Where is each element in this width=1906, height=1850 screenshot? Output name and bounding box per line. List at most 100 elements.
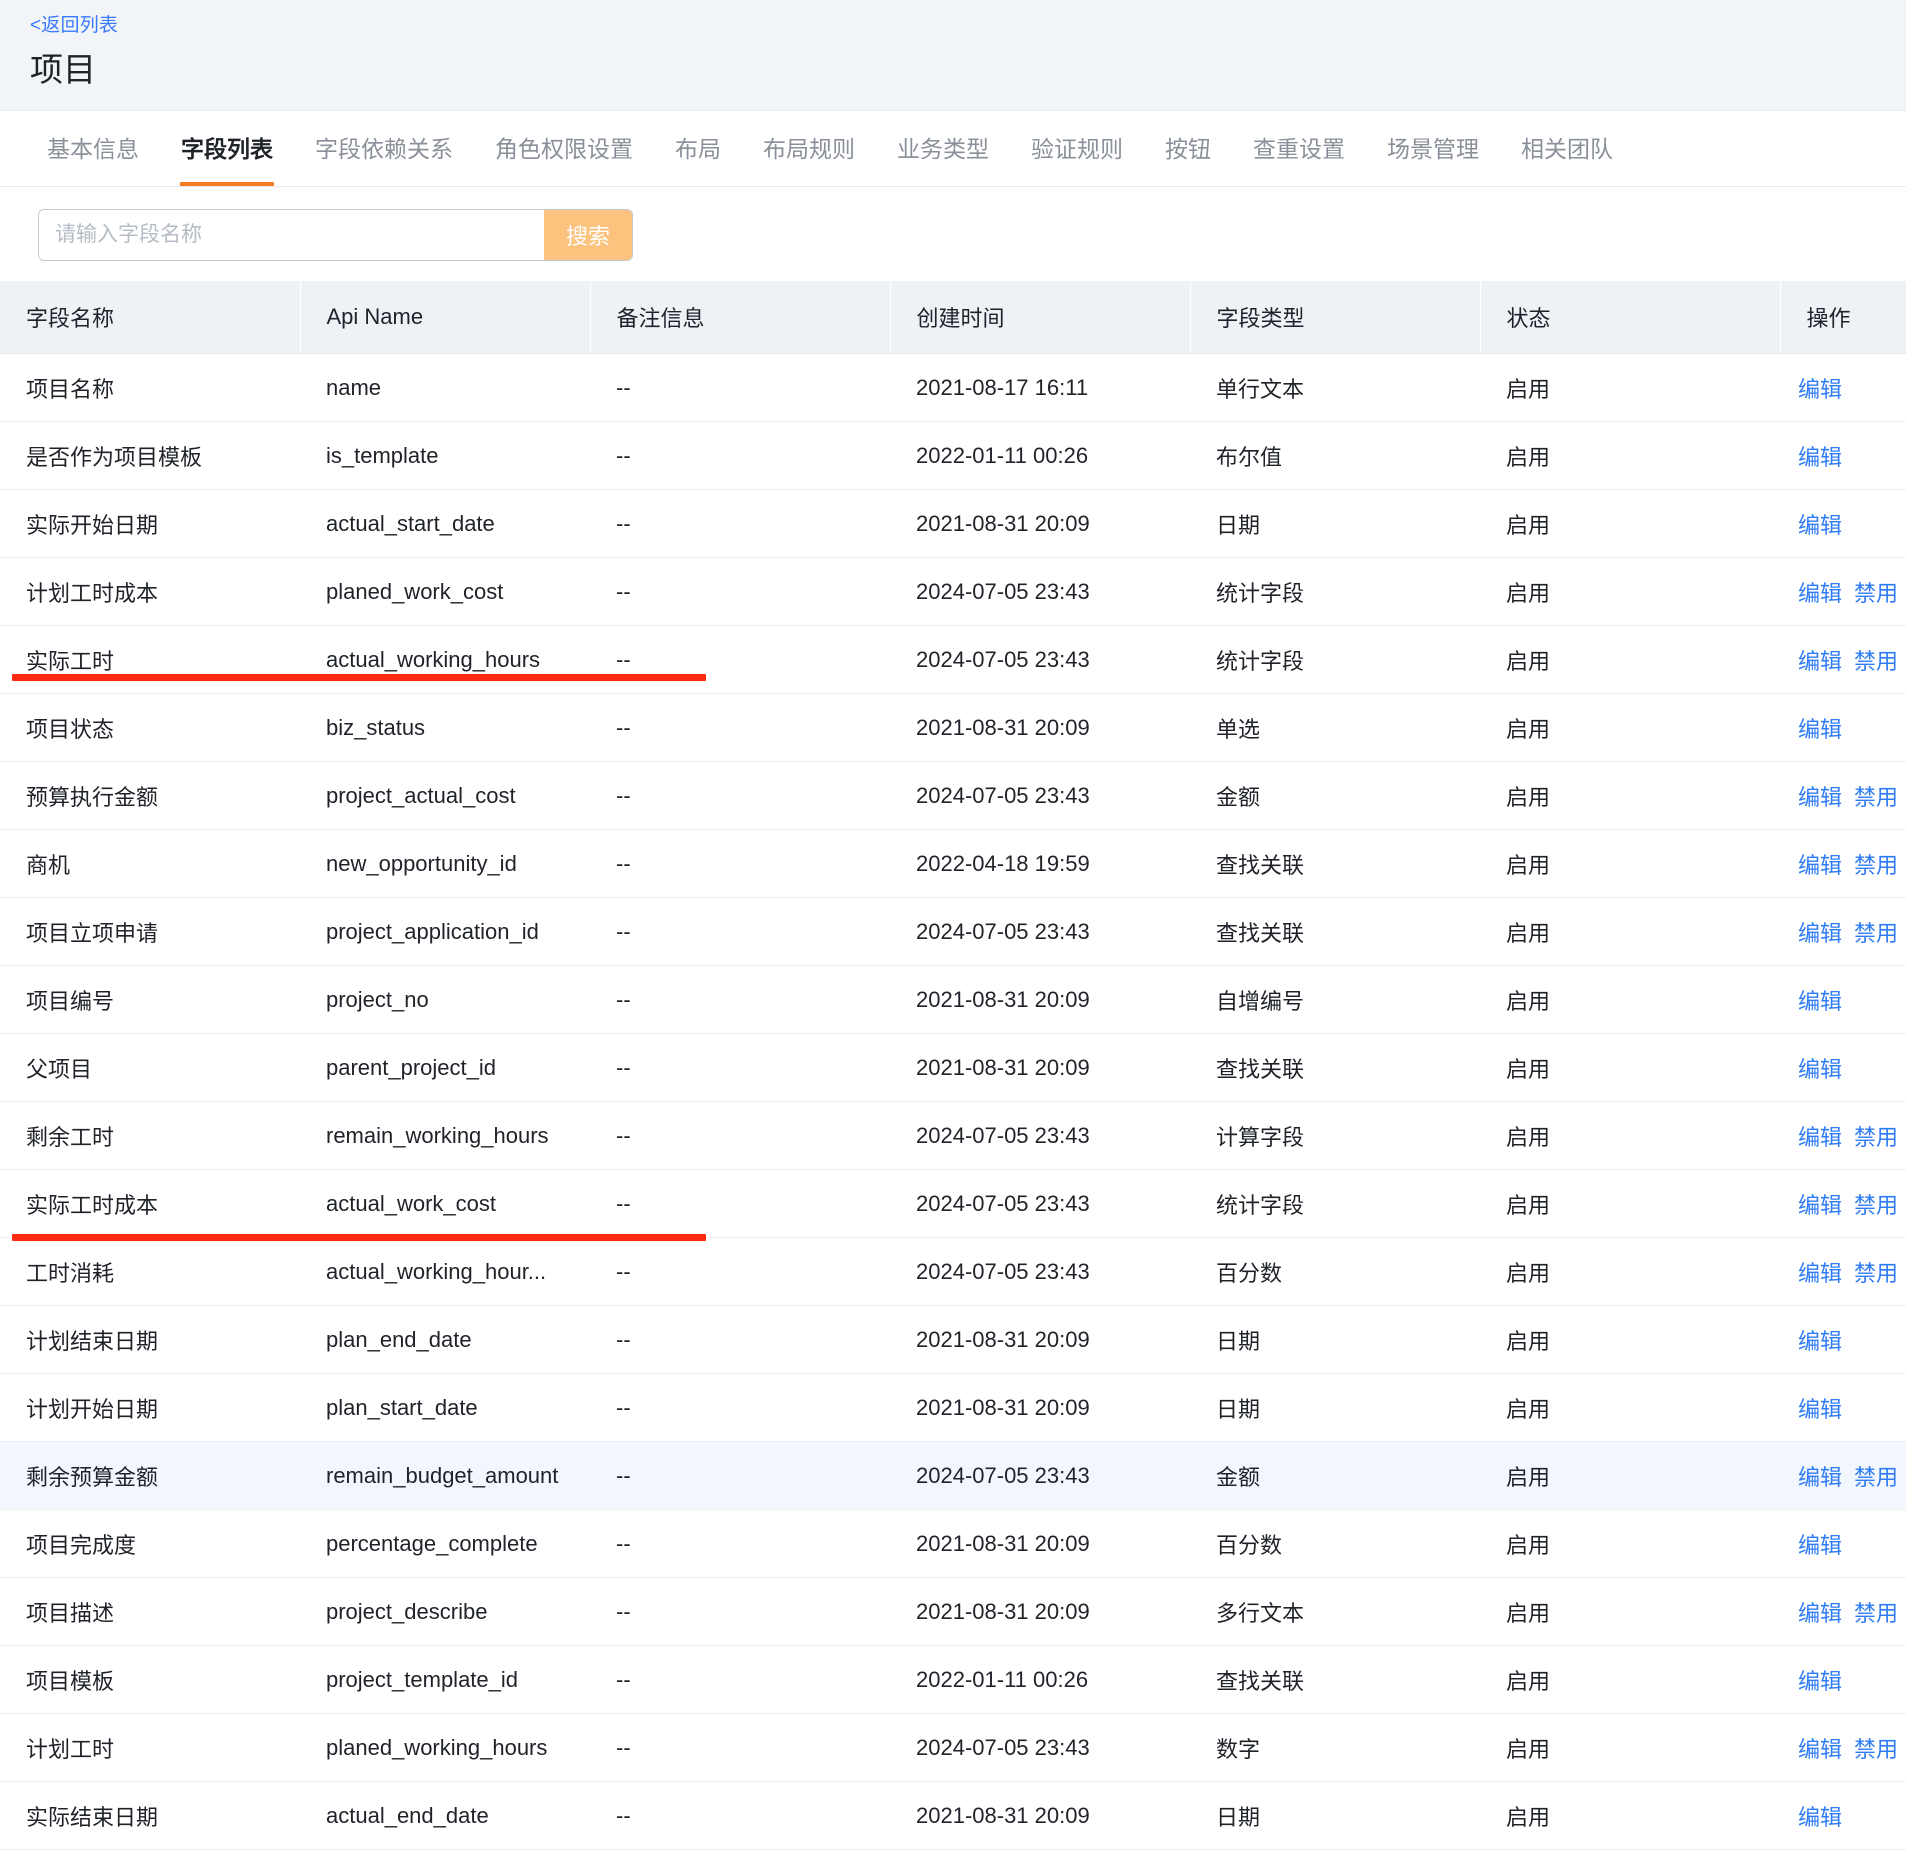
disable-link[interactable]: 禁用 xyxy=(1854,921,1898,946)
edit-link[interactable]: 编辑 xyxy=(1798,1805,1842,1830)
tab-6[interactable]: 业务类型 xyxy=(876,111,1010,186)
disable-link[interactable]: 禁用 xyxy=(1854,1193,1898,1218)
action-cell: 编辑 xyxy=(1780,489,1906,558)
field-type-cell: 日期 xyxy=(1190,1781,1480,1850)
disable-link[interactable]: 禁用 xyxy=(1854,581,1898,606)
created-time-cell: 2024-07-05 23:43 xyxy=(890,625,1190,694)
table-row[interactable]: 计划工时 planed_working_hours -- 2024-07-05 23:… xyxy=(0,1713,1906,1782)
remark-cell: -- xyxy=(590,1713,890,1782)
field-name-cell: 工时消耗 xyxy=(0,1237,300,1306)
table-row[interactable]: 项目模板 project_template_id -- 2022-01-11 00:2… xyxy=(0,1645,1906,1714)
edit-link[interactable]: 编辑 xyxy=(1798,1737,1842,1762)
edit-link[interactable]: 编辑 xyxy=(1798,1533,1842,1558)
field-name-cell: 计划开始日期 xyxy=(0,1373,300,1442)
table-row[interactable]: 商机 new_opportunity_id -- 2022-04-18 19:59 查找… xyxy=(0,829,1906,898)
status-cell: 启用 xyxy=(1480,965,1780,1034)
edit-link[interactable]: 编辑 xyxy=(1798,1397,1842,1422)
table-row[interactable]: 项目名称 name -- 2021-08-17 16:11 单行文本 启用 编辑 xyxy=(0,353,1906,422)
edit-link[interactable]: 编辑 xyxy=(1798,1261,1842,1286)
edit-link[interactable]: 编辑 xyxy=(1798,921,1842,946)
tab-11[interactable]: 相关团队 xyxy=(1500,111,1634,186)
tab-bar[interactable]: 基本信息 字段列表 字段依赖关系 角色权限设置 布局 布局规则 业务类型 验证规则 按钮 查重设置… xyxy=(0,111,1906,187)
disable-link[interactable]: 禁用 xyxy=(1854,1737,1898,1762)
edit-link[interactable]: 编辑 xyxy=(1798,1057,1842,1082)
status-cell: 启用 xyxy=(1480,489,1780,558)
table-row[interactable]: 项目立项申请 project_application_id -- 2024-07-05… xyxy=(0,897,1906,966)
edit-link[interactable]: 编辑 xyxy=(1798,513,1842,538)
action-cell: 编辑 禁用 xyxy=(1780,1577,1906,1646)
disable-link[interactable]: 禁用 xyxy=(1854,1601,1898,1626)
created-time-cell: 2021-08-31 20:09 xyxy=(890,1577,1190,1646)
back-to-list-link[interactable]: <返回列表 xyxy=(30,14,118,38)
remark-cell: -- xyxy=(590,693,890,762)
status-cell: 启用 xyxy=(1480,1781,1780,1850)
table-row[interactable]: 实际开始日期 actual_start_date -- 2021-08-31 20:0… xyxy=(0,489,1906,558)
edit-link[interactable]: 编辑 xyxy=(1798,445,1842,470)
search-input[interactable] xyxy=(39,210,544,260)
field-name-cell: 项目编号 xyxy=(0,965,300,1034)
table-row[interactable]: 计划工时成本 planed_work_cost -- 2024-07-05 23:43… xyxy=(0,557,1906,626)
tab-0[interactable]: 基本信息 xyxy=(26,111,160,186)
edit-link[interactable]: 编辑 xyxy=(1798,785,1842,810)
tab-1[interactable]: 字段列表 xyxy=(160,111,294,186)
table-row[interactable]: 实际工时 actual_working_hours -- 2024-07-05 23:… xyxy=(0,625,1906,694)
edit-link[interactable]: 编辑 xyxy=(1798,377,1842,402)
disable-link[interactable]: 禁用 xyxy=(1854,853,1898,878)
table-row[interactable]: 预算执行金额 project_actual_cost -- 2024-07-05 23… xyxy=(0,761,1906,830)
tab-2[interactable]: 字段依赖关系 xyxy=(294,111,474,186)
table-row[interactable]: 剩余工时 remain_working_hours -- 2024-07-05 23:… xyxy=(0,1101,1906,1170)
edit-link[interactable]: 编辑 xyxy=(1798,1669,1842,1694)
edit-link[interactable]: 编辑 xyxy=(1798,1601,1842,1626)
remark-cell: -- xyxy=(590,353,890,422)
status-cell: 启用 xyxy=(1480,1441,1780,1510)
edit-link[interactable]: 编辑 xyxy=(1798,649,1842,674)
column-header-3: 创建时间 xyxy=(890,281,1191,354)
search-bar: 搜索 xyxy=(0,187,1906,281)
tab-10[interactable]: 场景管理 xyxy=(1366,111,1500,186)
table-row[interactable]: 剩余预算金额 remain_budget_amount -- 2024-07-05 2… xyxy=(0,1441,1906,1510)
table-row[interactable]: 父项目 parent_project_id -- 2021-08-31 20:09 查找… xyxy=(0,1033,1906,1102)
created-time-cell: 2024-07-05 23:43 xyxy=(890,557,1190,626)
table-row[interactable]: 项目描述 project_describe -- 2021-08-31 20:09 多行… xyxy=(0,1577,1906,1646)
tab-4[interactable]: 布局 xyxy=(654,111,742,186)
remark-cell: -- xyxy=(590,829,890,898)
table-row[interactable]: 是否作为项目模板 is_template -- 2022-01-11 00:26 布尔值… xyxy=(0,421,1906,490)
edit-link[interactable]: 编辑 xyxy=(1798,1125,1842,1150)
remark-cell: -- xyxy=(590,1509,890,1578)
disable-link[interactable]: 禁用 xyxy=(1854,649,1898,674)
tab-9[interactable]: 查重设置 xyxy=(1232,111,1366,186)
field-type-cell: 查找关联 xyxy=(1190,1645,1480,1714)
tab-7[interactable]: 验证规则 xyxy=(1010,111,1144,186)
table-row[interactable]: 实际结束日期 actual_end_date -- 2021-08-31 20:09 日… xyxy=(0,1781,1906,1850)
field-type-cell: 日期 xyxy=(1190,1373,1480,1442)
disable-link[interactable]: 禁用 xyxy=(1854,1125,1898,1150)
table-row[interactable]: 实际工时成本 actual_work_cost -- 2024-07-05 23:43… xyxy=(0,1169,1906,1238)
table-row[interactable]: 项目状态 biz_status -- 2021-08-31 20:09 单选 启用 编辑 xyxy=(0,693,1906,762)
table-row[interactable]: 项目完成度 percentage_complete -- 2021-08-31 20:… xyxy=(0,1509,1906,1578)
field-type-cell: 统计字段 xyxy=(1190,625,1480,694)
created-time-cell: 2021-08-31 20:09 xyxy=(890,693,1190,762)
status-cell: 启用 xyxy=(1480,1237,1780,1306)
table-row[interactable]: 项目编号 project_no -- 2021-08-31 20:09 自增编号 启用 编辑 xyxy=(0,965,1906,1034)
edit-link[interactable]: 编辑 xyxy=(1798,581,1842,606)
edit-link[interactable]: 编辑 xyxy=(1798,989,1842,1014)
disable-link[interactable]: 禁用 xyxy=(1854,785,1898,810)
table-row[interactable]: 计划结束日期 plan_end_date -- 2021-08-31 20:09 日期启… xyxy=(0,1305,1906,1374)
api-name-cell: actual_start_date xyxy=(300,489,590,558)
edit-link[interactable]: 编辑 xyxy=(1798,1465,1842,1490)
tab-3[interactable]: 角色权限设置 xyxy=(474,111,654,186)
disable-link[interactable]: 禁用 xyxy=(1854,1261,1898,1286)
table-row[interactable]: 计划开始日期 plan_start_date -- 2021-08-31 20:09 日… xyxy=(0,1373,1906,1442)
status-cell: 启用 xyxy=(1480,1169,1780,1238)
edit-link[interactable]: 编辑 xyxy=(1798,717,1842,742)
edit-link[interactable]: 编辑 xyxy=(1798,1329,1842,1354)
action-cell: 编辑 禁用 xyxy=(1780,1169,1906,1238)
search-button[interactable]: 搜索 xyxy=(544,210,633,260)
edit-link[interactable]: 编辑 xyxy=(1798,1193,1842,1218)
edit-link[interactable]: 编辑 xyxy=(1798,853,1842,878)
tab-5[interactable]: 布局规则 xyxy=(742,111,876,186)
disable-link[interactable]: 禁用 xyxy=(1854,1465,1898,1490)
table-row[interactable]: 工时消耗 actual_working_hour... -- 2024-07-05 2… xyxy=(0,1237,1906,1306)
created-time-cell: 2022-01-11 00:26 xyxy=(890,421,1190,490)
tab-8[interactable]: 按钮 xyxy=(1144,111,1232,186)
